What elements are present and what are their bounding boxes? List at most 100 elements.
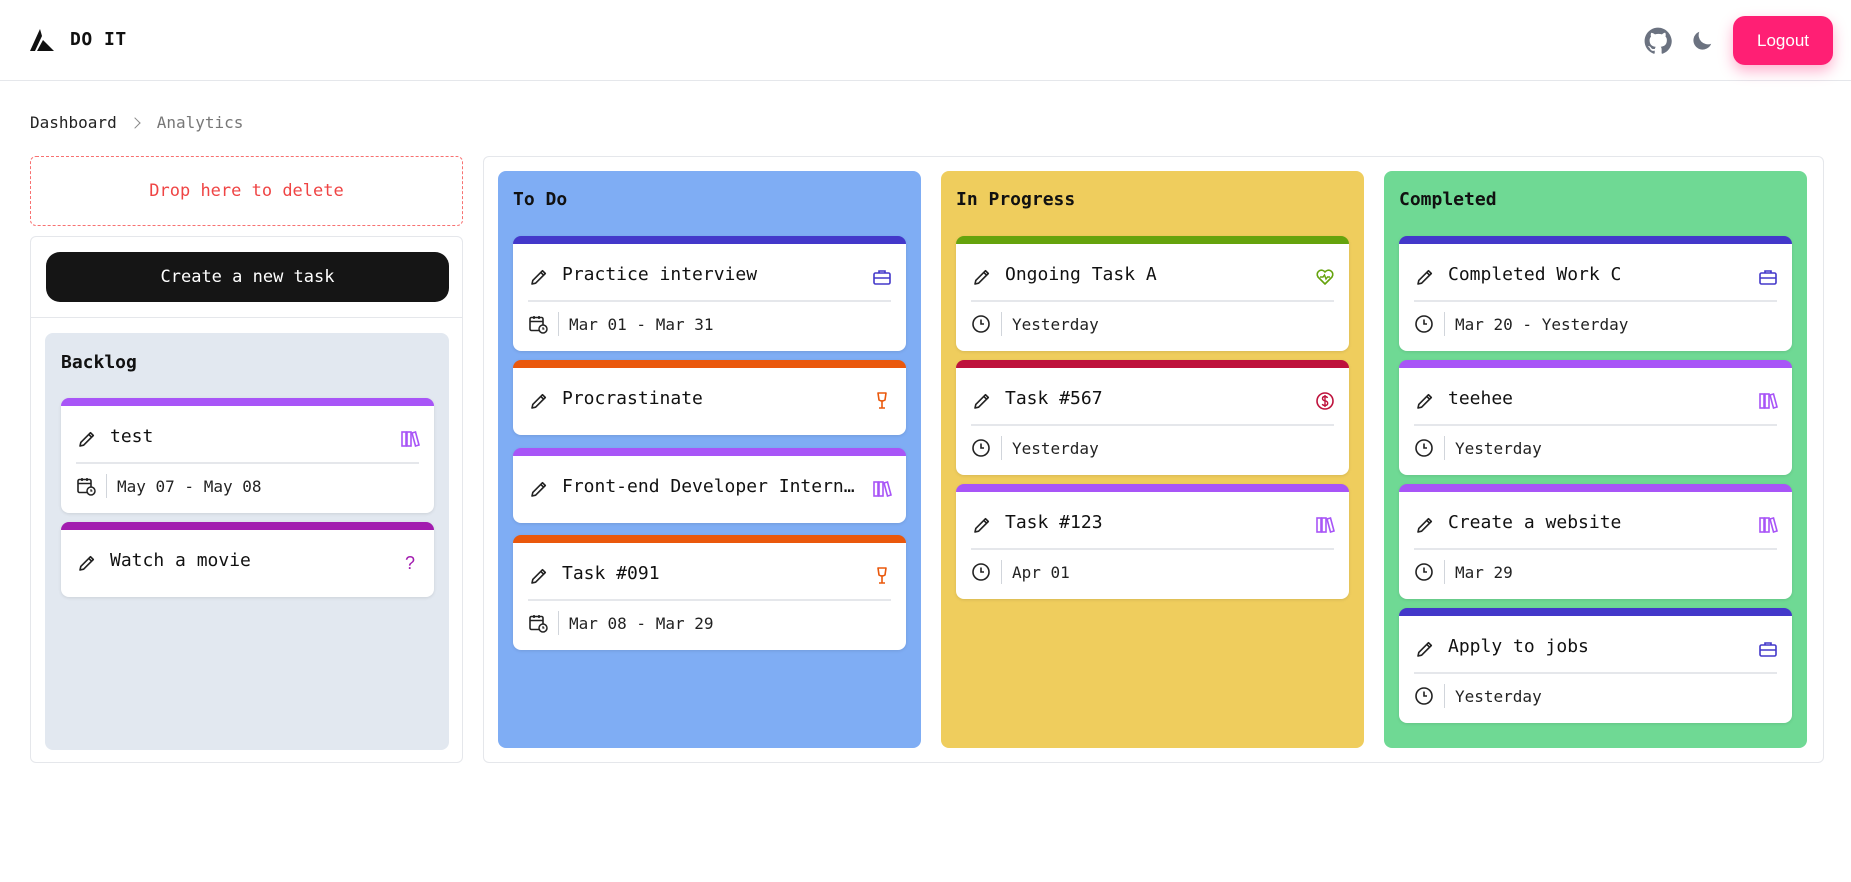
drop-zone-label: Drop here to delete xyxy=(149,181,344,201)
task-title: Procrastinate xyxy=(562,388,703,409)
column-title: To Do xyxy=(513,189,568,210)
breadcrumb-dashboard[interactable]: Dashboard xyxy=(30,113,117,132)
pencil-icon[interactable] xyxy=(77,553,97,573)
task-date: Apr 01 xyxy=(1012,563,1070,582)
task-date: Yesterday xyxy=(1455,687,1542,706)
todo-column[interactable]: To Do Practice interview Mar 01 - Mar 31… xyxy=(498,171,921,748)
card-divider xyxy=(1414,300,1777,302)
card-divider xyxy=(1414,548,1777,550)
separator xyxy=(1444,560,1445,584)
task-date: Mar 29 xyxy=(1455,563,1513,582)
task-card[interactable]: Apply to jobs Yesterday xyxy=(1399,608,1792,723)
pencil-icon[interactable] xyxy=(972,515,992,535)
dollar-icon xyxy=(1316,392,1334,410)
separator xyxy=(558,312,559,336)
task-card[interactable]: Watch a movie ? xyxy=(61,522,434,597)
task-card[interactable]: Create a website Mar 29 xyxy=(1399,484,1792,599)
task-card[interactable]: Completed Work C Mar 20 - Yesterday xyxy=(1399,236,1792,351)
task-title: Apply to jobs xyxy=(1448,636,1589,657)
completed-column[interactable]: Completed Completed Work C Mar 20 - Yest… xyxy=(1384,171,1807,748)
card-divider xyxy=(971,424,1334,426)
task-title: Completed Work C xyxy=(1448,264,1622,285)
logo-icon xyxy=(30,29,54,51)
kanban-board: To Do Practice interview Mar 01 - Mar 31… xyxy=(483,156,1824,763)
task-title: Practice interview xyxy=(562,264,758,285)
pencil-icon[interactable] xyxy=(77,429,97,449)
app-brand: DO IT xyxy=(70,29,127,50)
question-icon: ? xyxy=(404,553,415,573)
chevron-right-icon xyxy=(129,116,141,129)
pencil-icon[interactable] xyxy=(1415,267,1435,287)
pencil-icon[interactable] xyxy=(1415,639,1435,659)
books-icon xyxy=(1316,517,1335,533)
task-title: Task #123 xyxy=(1005,512,1103,533)
task-card[interactable]: Task #123 Apr 01 xyxy=(956,484,1349,599)
card-divider xyxy=(971,300,1334,302)
calendar-clock-icon xyxy=(529,615,548,633)
task-card[interactable]: teehee Yesterday xyxy=(1399,360,1792,475)
task-card[interactable]: Procrastinate xyxy=(513,360,906,435)
task-date: May 07 - May 08 xyxy=(117,477,262,496)
task-date: Yesterday xyxy=(1012,315,1099,334)
task-card[interactable]: test May 07 - May 08 xyxy=(61,398,434,513)
pencil-icon[interactable] xyxy=(529,391,549,411)
briefcase-icon xyxy=(1759,270,1777,285)
task-title: Task #091 xyxy=(562,563,660,584)
task-date: Mar 20 - Yesterday xyxy=(1455,315,1629,334)
task-date: Mar 08 - Mar 29 xyxy=(569,614,714,633)
task-title: Task #567 xyxy=(1005,388,1103,409)
briefcase-icon xyxy=(1759,642,1777,657)
column-title: In Progress xyxy=(956,189,1076,210)
task-card[interactable]: Task #091 Mar 08 - Mar 29 xyxy=(513,535,906,650)
pencil-icon[interactable] xyxy=(972,391,992,411)
task-title: Watch a movie xyxy=(110,550,251,571)
divider xyxy=(31,317,462,318)
in-progress-column[interactable]: In Progress Ongoing Task A Yesterday Tas… xyxy=(941,171,1364,748)
drink-icon xyxy=(877,392,887,409)
task-date: Mar 01 - Mar 31 xyxy=(569,315,714,334)
pencil-icon[interactable] xyxy=(1415,515,1435,535)
separator xyxy=(1001,436,1002,460)
pencil-icon[interactable] xyxy=(529,267,549,287)
books-icon xyxy=(873,481,892,497)
calendar-clock-icon xyxy=(77,478,96,496)
briefcase-icon xyxy=(873,270,891,285)
books-icon xyxy=(1759,517,1778,533)
task-card[interactable]: Task #567 Yesterday xyxy=(956,360,1349,475)
task-title: Create a website xyxy=(1448,512,1622,533)
pencil-icon[interactable] xyxy=(972,267,992,287)
breadcrumb-analytics: Analytics xyxy=(156,113,244,132)
left-panel: Create a new task Backlog test May 07 - … xyxy=(30,236,463,763)
separator xyxy=(1001,312,1002,336)
pencil-icon[interactable] xyxy=(529,479,549,499)
pencil-icon[interactable] xyxy=(1415,391,1435,411)
github-icon[interactable] xyxy=(1644,27,1672,55)
breadcrumb: Dashboard Analytics xyxy=(30,113,243,132)
logout-button[interactable]: Logout xyxy=(1733,16,1833,65)
task-date: Yesterday xyxy=(1012,439,1099,458)
column-title: Backlog xyxy=(61,352,137,373)
top-bar: DO IT Logout xyxy=(0,0,1851,81)
pencil-icon[interactable] xyxy=(529,566,549,586)
card-divider xyxy=(76,462,419,464)
dark-mode-icon[interactable] xyxy=(1689,28,1715,54)
column-title: Completed xyxy=(1399,189,1497,210)
delete-drop-zone[interactable]: Drop here to delete xyxy=(30,156,463,226)
separator xyxy=(1001,560,1002,584)
card-divider xyxy=(1414,424,1777,426)
card-divider xyxy=(971,548,1334,550)
clock-icon xyxy=(1415,315,1433,333)
task-card[interactable]: Ongoing Task A Yesterday xyxy=(956,236,1349,351)
separator xyxy=(1444,684,1445,708)
task-card[interactable]: Practice interview Mar 01 - Mar 31 xyxy=(513,236,906,351)
task-title: Front-end Developer Internaa… xyxy=(562,476,862,497)
create-task-button[interactable]: Create a new task xyxy=(46,252,449,302)
calendar-clock-icon xyxy=(529,316,548,334)
task-card[interactable]: Front-end Developer Internaa… xyxy=(513,448,906,523)
separator xyxy=(1444,312,1445,336)
clock-icon xyxy=(972,315,990,333)
backlog-column[interactable]: Backlog test May 07 - May 08 Watch a mov… xyxy=(45,333,449,750)
task-title: Ongoing Task A xyxy=(1005,264,1157,285)
books-icon xyxy=(401,431,420,447)
drink-icon xyxy=(877,567,887,584)
